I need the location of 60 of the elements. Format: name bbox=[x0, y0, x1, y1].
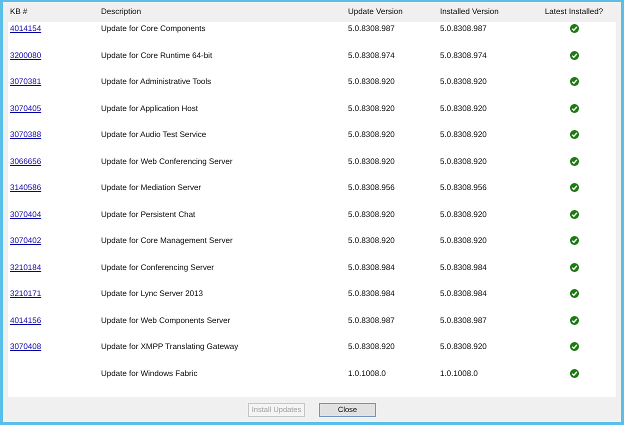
table-cell: 5.0.8308.987 bbox=[348, 316, 395, 324]
kb-link[interactable]: 3070405 bbox=[10, 104, 42, 112]
kb-link[interactable]: 3200080 bbox=[10, 50, 42, 60]
table-cell: 5.0.8308.920 bbox=[348, 236, 395, 245]
table-cell: 5.0.8308.920 bbox=[348, 342, 395, 351]
table-cell: 1.0.1008.0 bbox=[440, 368, 478, 378]
column-header: Latest Installed? bbox=[544, 7, 604, 16]
column-header: Update Version bbox=[348, 7, 403, 16]
table-cell: Update for Mediation Server bbox=[101, 183, 202, 192]
table-cell: 5.0.8308.920 bbox=[440, 77, 487, 86]
table-cell: 5.0.8308.956 bbox=[440, 183, 487, 192]
table-cell: 5.0.8308.920 bbox=[440, 156, 487, 166]
table-cell: 5.0.8308.920 bbox=[348, 210, 395, 218]
table-cell: 5.0.8308.920 bbox=[348, 77, 395, 86]
table-cell: Update for Application Host bbox=[101, 104, 198, 112]
table-cell: 5.0.8308.920 bbox=[440, 342, 487, 351]
table-cell: 5.0.8308.920 bbox=[440, 236, 487, 245]
table-cell: 5.0.8308.920 bbox=[348, 156, 395, 166]
table-cell: 5.0.8308.987 bbox=[348, 24, 395, 33]
table-cell: Update for Web Conferencing Server bbox=[101, 156, 232, 166]
column-header: KB # bbox=[10, 7, 28, 16]
table-cell: Update for Lync Server 2013 bbox=[101, 289, 203, 298]
kb-link[interactable]: 3210171 bbox=[10, 289, 42, 298]
table-cell: 5.0.8308.987 bbox=[440, 316, 487, 324]
table-cell: 5.0.8308.974 bbox=[348, 50, 395, 60]
table-cell: 5.0.8308.984 bbox=[440, 289, 487, 298]
table-cell: Update for Conferencing Server bbox=[101, 262, 214, 272]
table-cell: 5.0.8308.956 bbox=[348, 183, 395, 192]
table-cell: 5.0.8308.984 bbox=[348, 262, 395, 272]
table-cell: 5.0.8308.987 bbox=[440, 24, 487, 33]
kb-link[interactable]: 3070408 bbox=[10, 342, 42, 351]
column-header: Installed Version bbox=[440, 7, 499, 16]
table-cell: 5.0.8308.920 bbox=[348, 130, 395, 139]
kb-link[interactable]: 3070388 bbox=[10, 130, 42, 139]
kb-link[interactable]: 3210184 bbox=[10, 262, 42, 272]
table-cell: 5.0.8308.974 bbox=[440, 50, 487, 60]
table-cell: 1.0.1008.0 bbox=[348, 368, 386, 378]
table-cell: Update for Persistent Chat bbox=[101, 210, 196, 218]
kb-link[interactable]: 4014154 bbox=[10, 24, 42, 33]
column-header: Description bbox=[101, 7, 142, 16]
table-cell: Update for Audio Test Service bbox=[101, 130, 206, 139]
table-cell: 5.0.8308.920 bbox=[348, 104, 395, 112]
table-cell: Update for Administrative Tools bbox=[101, 77, 212, 86]
kb-link[interactable]: 3070381 bbox=[10, 77, 42, 86]
kb-link[interactable]: 3066656 bbox=[10, 156, 42, 166]
table-cell: 5.0.8308.920 bbox=[440, 210, 487, 218]
table-cell: Update for XMPP Translating Gateway bbox=[101, 342, 238, 351]
table-cell: Update for Core Runtime 64-bit bbox=[101, 50, 212, 60]
table-cell: 5.0.8308.920 bbox=[440, 104, 487, 112]
kb-link[interactable]: 3140586 bbox=[10, 183, 42, 192]
table-cell: Update for Core Components bbox=[101, 24, 206, 33]
kb-link[interactable]: 3070404 bbox=[10, 210, 42, 218]
table-cell: 5.0.8308.920 bbox=[440, 130, 487, 139]
table-cell: 5.0.8308.984 bbox=[348, 289, 395, 298]
table-cell: Update for Core Management Server bbox=[101, 236, 233, 245]
table-cell: Update for Windows Fabric bbox=[101, 368, 198, 378]
table-cell: Update for Web Components Server bbox=[101, 316, 230, 324]
table-cell: 5.0.8308.984 bbox=[440, 262, 487, 272]
kb-link[interactable]: 4014156 bbox=[10, 316, 42, 324]
kb-link[interactable]: 3070402 bbox=[10, 236, 42, 245]
